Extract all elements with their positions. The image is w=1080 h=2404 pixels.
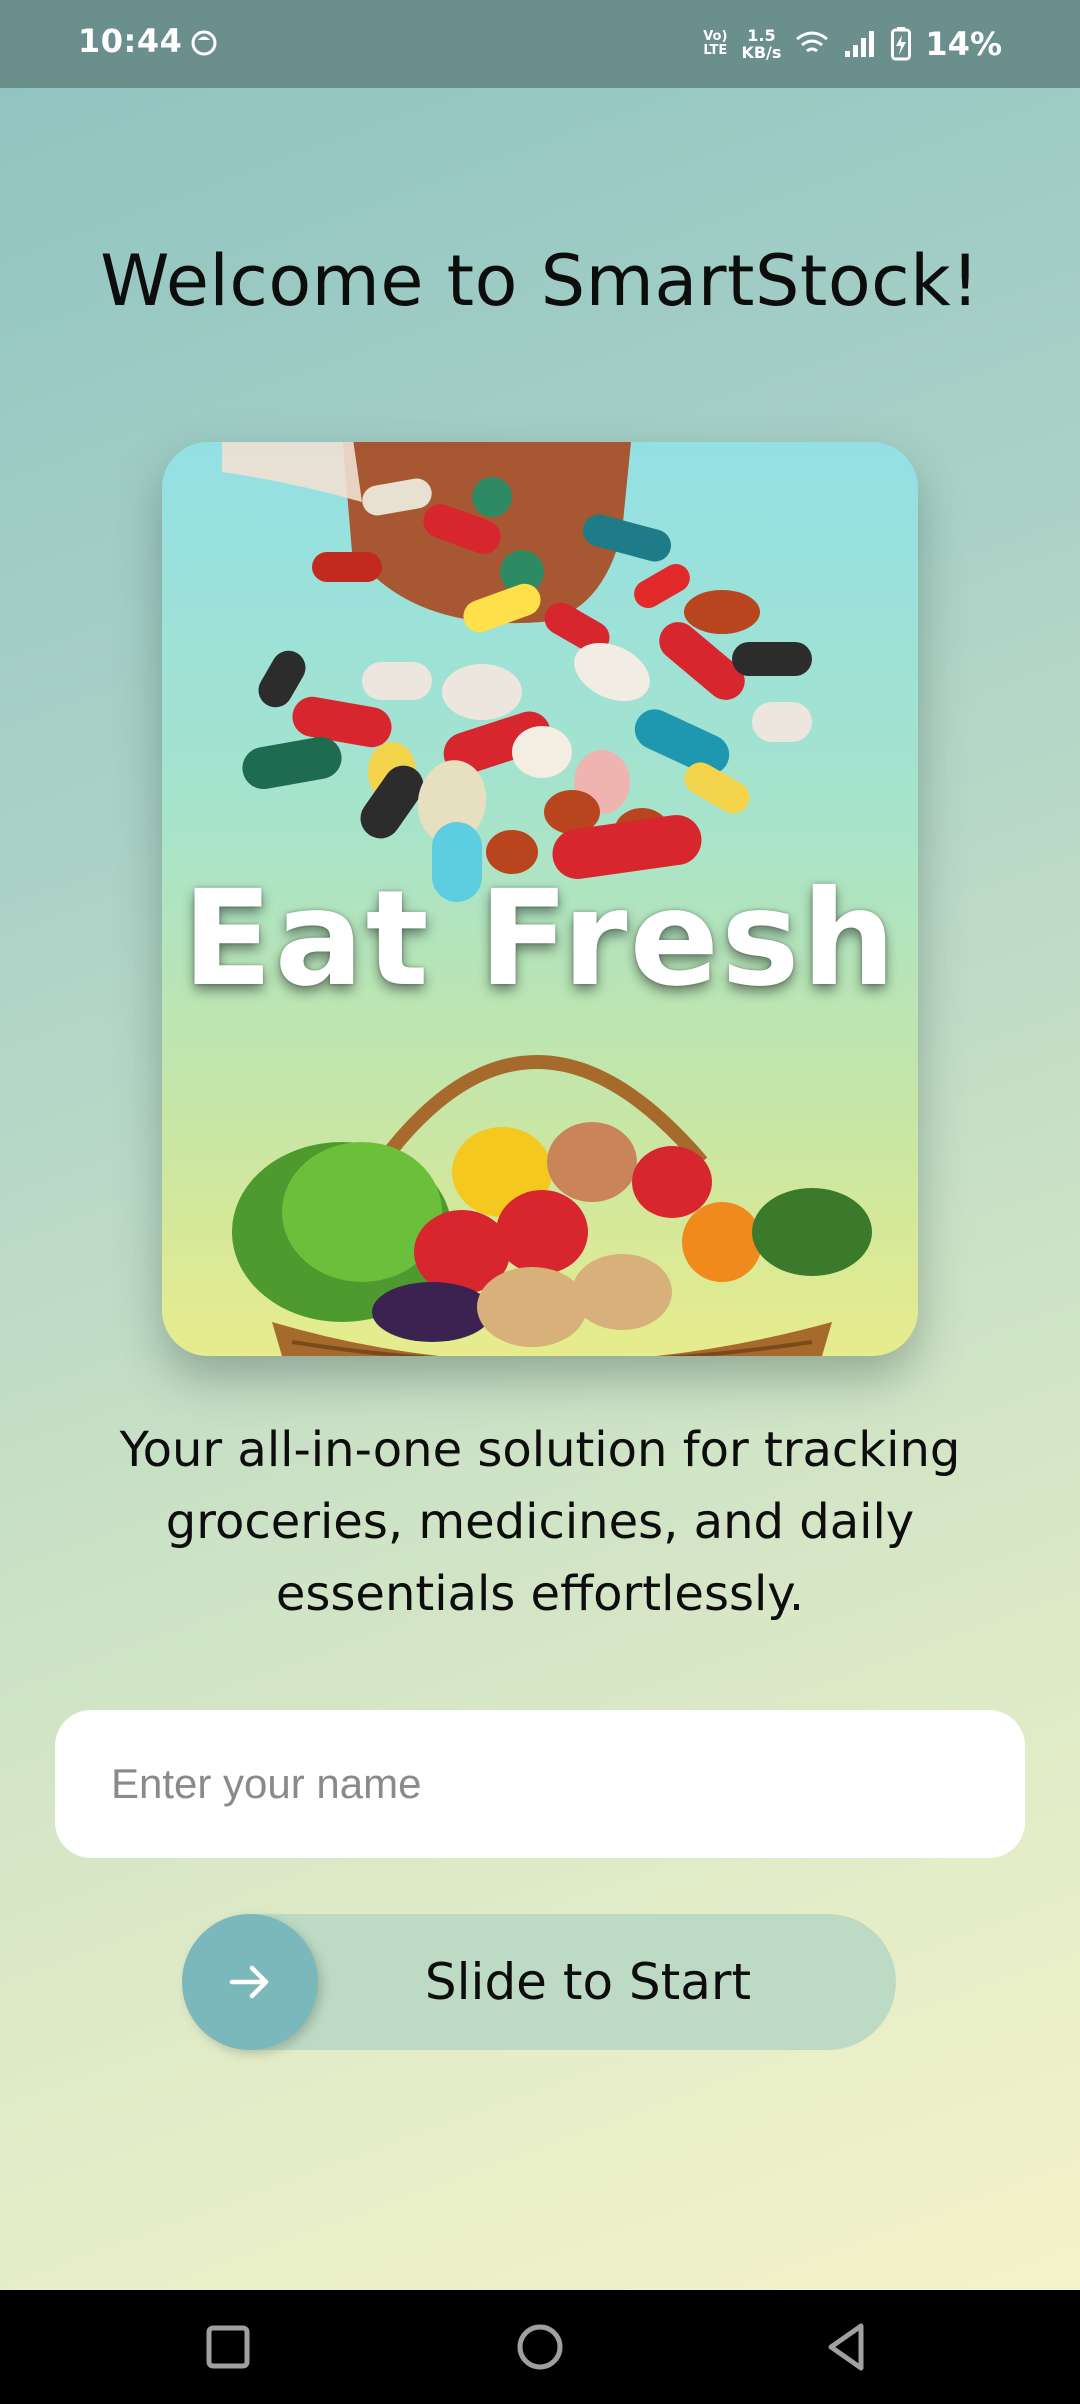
vegetable-basket [232, 1055, 872, 1356]
net-speed-unit: KB/s [741, 43, 782, 62]
app-notification-icon [191, 30, 217, 56]
wifi-icon [796, 31, 829, 53]
volte-top: Vo) [703, 29, 728, 44]
recents-icon[interactable] [195, 2314, 261, 2380]
cell-signal-icon [845, 31, 875, 57]
hero-image: Eat Fresh [162, 442, 918, 1356]
arrow-right-icon [229, 1965, 269, 1999]
slider-knob[interactable] [182, 1914, 318, 2050]
name-input[interactable] [55, 1710, 1025, 1858]
back-icon[interactable] [815, 2314, 881, 2380]
status-time: 10:44 [78, 22, 183, 60]
page-title: Welcome to SmartStock! [100, 240, 980, 322]
tagline: Your all-in-one solution for tracking gr… [119, 1422, 961, 1622]
status-bar: 10:44 Vo) LTE 1.5 KB/s 14% [0, 0, 1080, 88]
navigation-bar [0, 2290, 1080, 2404]
battery-percentage: 14% [925, 25, 1002, 63]
battery-charging-icon [891, 27, 912, 61]
status-indicators: Vo) LTE 1.5 KB/s 14% [703, 22, 1002, 66]
home-icon[interactable] [507, 2314, 573, 2380]
slider-label: Slide to Start [424, 1953, 752, 2011]
volte-bottom: LTE [703, 43, 728, 58]
volte-indicator: Vo) LTE [703, 30, 727, 58]
net-speed-value: 1.5 [747, 26, 776, 45]
hero-text: Eat Fresh [182, 862, 898, 1016]
net-speed: 1.5 KB/s [741, 27, 781, 61]
slide-to-start[interactable]: Slide to Start [182, 1914, 896, 2050]
